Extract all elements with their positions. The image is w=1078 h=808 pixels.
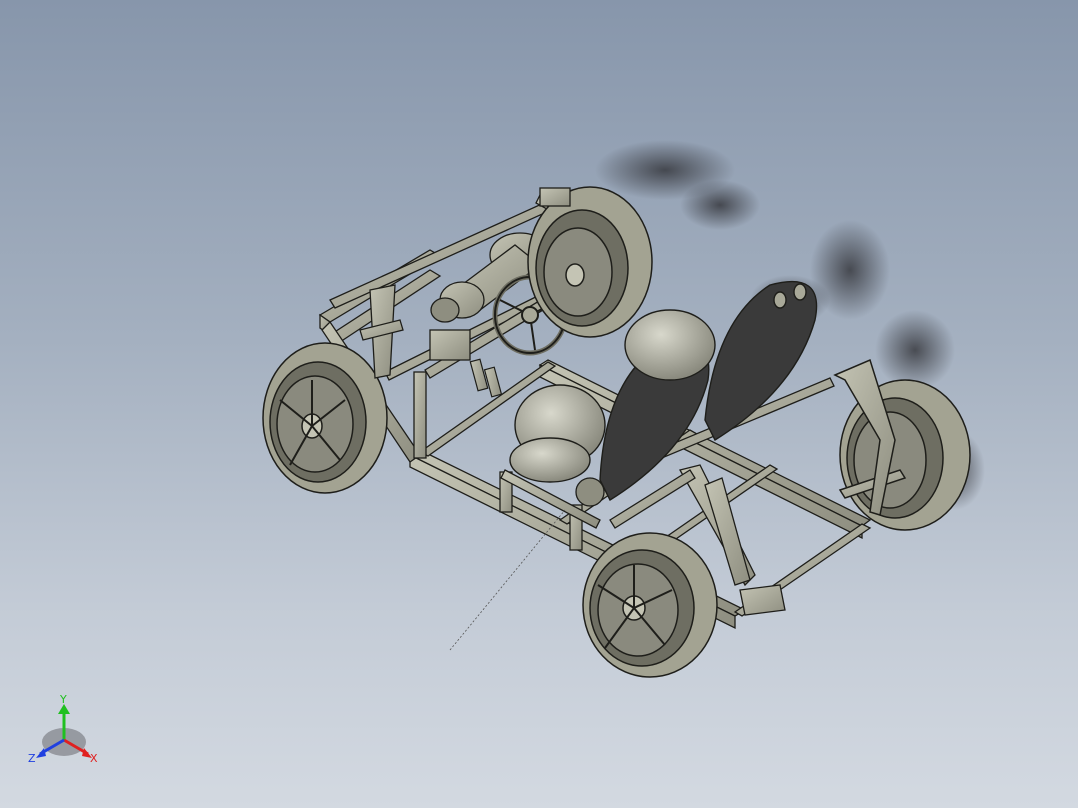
pedal-assembly[interactable]: [469, 358, 503, 398]
wheel-rear-left[interactable]: [262, 342, 388, 494]
graphics-viewport[interactable]: Y X Z: [0, 0, 1078, 808]
wheel-front-left[interactable]: [582, 532, 718, 678]
wheel-rear-right[interactable]: [527, 186, 653, 338]
model-3d-view[interactable]: [0, 0, 1078, 808]
coordinate-triad: Y X Z: [28, 693, 98, 765]
wheel-front-right[interactable]: [833, 358, 971, 531]
z-axis-arrow: [36, 748, 46, 758]
y-axis-label: Y: [59, 693, 67, 706]
z-axis-label: Z: [28, 752, 36, 765]
x-axis-label: X: [90, 752, 98, 765]
